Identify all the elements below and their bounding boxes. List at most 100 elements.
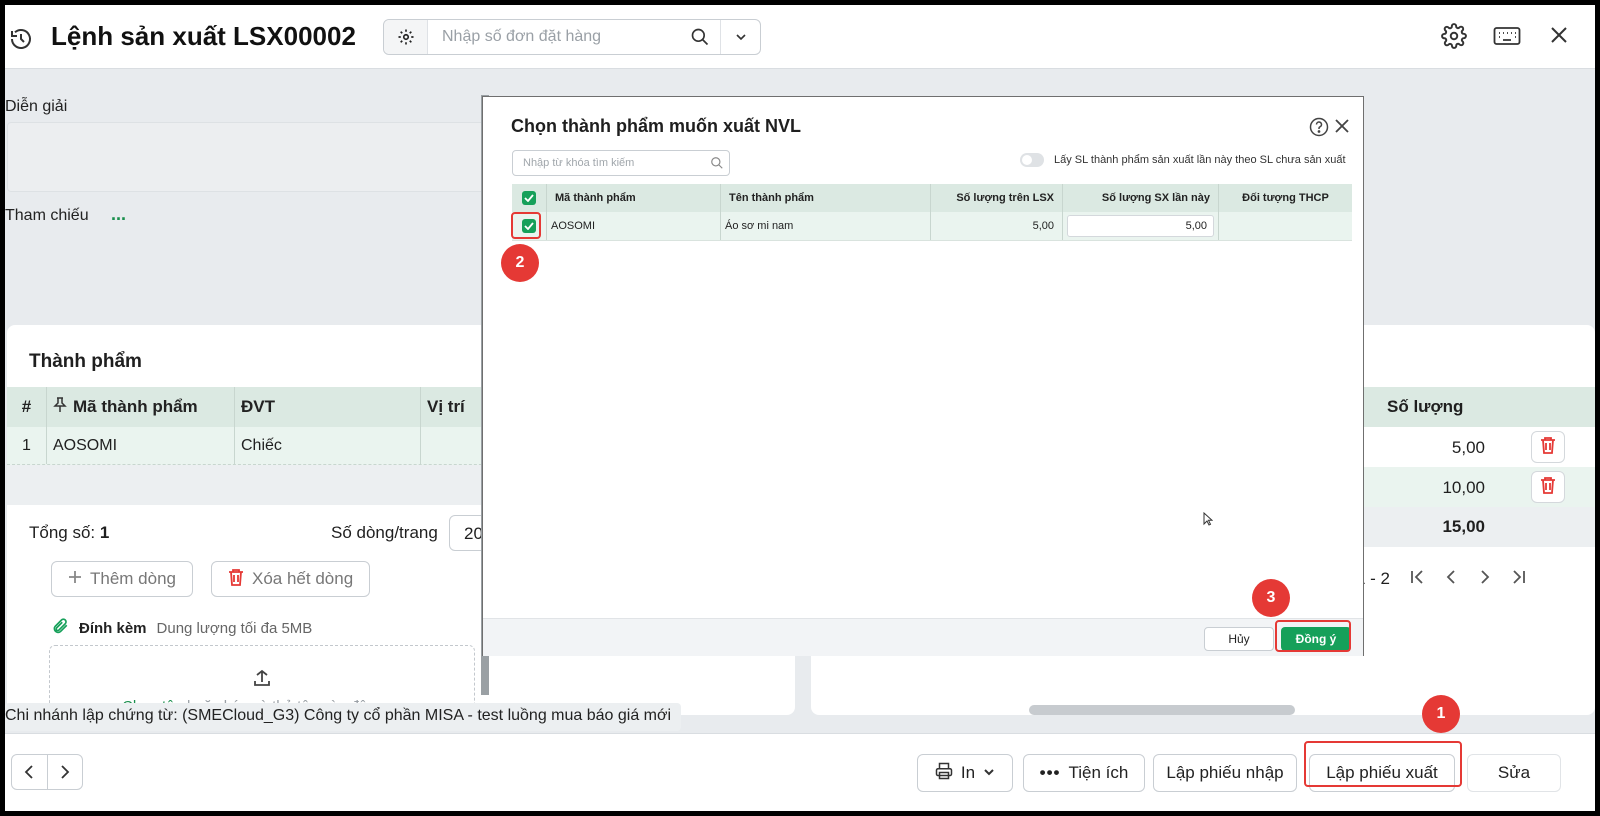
- chevron-down-icon[interactable]: [720, 20, 760, 54]
- total-count-label: Tổng số:: [29, 523, 96, 542]
- more-icon: •••: [1039, 763, 1061, 782]
- settings-gear-icon[interactable]: [1441, 23, 1467, 54]
- col-header-thcp[interactable]: Đối tượng THCP: [1219, 184, 1352, 212]
- col-header-name[interactable]: Tên thành phẩm: [721, 184, 931, 212]
- delete-row-button[interactable]: [1531, 431, 1565, 463]
- paperclip-icon: [51, 617, 69, 639]
- history-icon[interactable]: [9, 27, 33, 56]
- col-header-quantity[interactable]: Số lượng: [1387, 397, 1463, 417]
- step-marker-2: 2: [501, 244, 539, 282]
- row-qty-now-cell: 5,00: [1063, 212, 1219, 240]
- add-row-button[interactable]: Thêm dòng: [51, 561, 193, 597]
- search-settings-gear-icon[interactable]: [384, 20, 428, 54]
- attachment-row: Đính kèm Dung lượng tối đa 5MB: [51, 617, 312, 639]
- upload-icon: [252, 668, 272, 693]
- col-header-code-label: Mã thành phẩm: [73, 397, 198, 416]
- close-icon[interactable]: [1549, 25, 1569, 50]
- row-qty-lsx: 5,00: [931, 212, 1063, 240]
- attachment-label: Đính kèm: [79, 619, 147, 637]
- close-icon[interactable]: [1335, 119, 1349, 138]
- prev-page-icon[interactable]: [1444, 569, 1458, 589]
- export-button-highlight: [1304, 741, 1462, 787]
- dialog-search-input[interactable]: [513, 157, 705, 169]
- pin-icon[interactable]: [53, 396, 67, 418]
- select-all-checkbox[interactable]: [512, 184, 547, 212]
- order-search-input[interactable]: [428, 28, 680, 46]
- products-grid-header: # Mã thành phẩm ĐVT Vị trí: [7, 387, 507, 427]
- total-quantity: 15,00: [1442, 517, 1485, 536]
- delete-all-rows-label: Xóa hết dòng: [252, 569, 354, 588]
- total-count: Tổng số: 1: [29, 523, 109, 543]
- col-header-qty-now[interactable]: Số lượng SX lần này: [1063, 184, 1219, 212]
- help-icon[interactable]: [1309, 117, 1329, 142]
- row-name: Áo sơ mi nam: [721, 212, 931, 240]
- row-checkbox-highlight: [511, 212, 541, 239]
- delete-all-rows-button[interactable]: Xóa hết dòng: [211, 561, 371, 597]
- select-products-dialog: Chọn thành phẩm muốn xuất NVL Lấy SL thà…: [482, 96, 1364, 656]
- create-import-voucher-button[interactable]: Lập phiếu nhập: [1153, 754, 1297, 792]
- next-page-icon[interactable]: [1478, 569, 1492, 589]
- utility-label: Tiện ích: [1068, 763, 1129, 782]
- app-window: Lệnh sản xuất LSX00002 Diễn giải Tham ch: [5, 5, 1595, 811]
- qty-now-input[interactable]: 5,00: [1067, 215, 1214, 237]
- plus-icon: [68, 569, 82, 589]
- next-record-icon[interactable]: [48, 755, 83, 789]
- order-search-box: [383, 19, 761, 55]
- print-button[interactable]: In: [917, 754, 1013, 792]
- step-marker-1: 1: [1422, 695, 1460, 733]
- row-code: AOSOMI: [47, 427, 235, 464]
- col-header-code[interactable]: Mã thành phẩm: [547, 184, 721, 212]
- row-quantity: 5,00: [1451, 438, 1485, 457]
- row-unit: Chiếc: [235, 427, 421, 464]
- row-thcp[interactable]: [1219, 212, 1352, 240]
- utility-button[interactable]: ••• Tiện ích: [1023, 754, 1145, 792]
- search-icon[interactable]: [705, 156, 729, 170]
- row-code: AOSOMI: [547, 212, 721, 240]
- header-bar: Lệnh sản xuất LSX00002: [5, 5, 1595, 69]
- row-index: 1: [7, 427, 47, 464]
- search-icon[interactable]: [680, 27, 720, 47]
- products-grid-summary: [7, 465, 507, 505]
- reference-link[interactable]: ...: [111, 204, 126, 225]
- dialog-title: Chọn thành phẩm muốn xuất NVL: [511, 116, 801, 136]
- use-remaining-qty-toggle[interactable]: [1020, 153, 1044, 167]
- step-marker-3: 3: [1252, 579, 1290, 617]
- trash-icon: [1540, 476, 1556, 499]
- description-label: Diễn giải: [5, 98, 68, 115]
- products-panel-title: Thành phẩm: [29, 351, 142, 372]
- table-row[interactable]: 1 AOSOMI Chiếc: [7, 427, 507, 465]
- record-navigation: [11, 754, 83, 790]
- rows-per-page-label: Số dòng/trang: [331, 523, 438, 542]
- description-field[interactable]: [7, 122, 487, 192]
- horizontal-scrollbar[interactable]: [1029, 705, 1295, 715]
- add-row-label: Thêm dòng: [90, 569, 176, 588]
- pagination: 1 - 2: [1356, 569, 1526, 589]
- cancel-button[interactable]: Hủy: [1204, 627, 1274, 651]
- col-header-index: #: [7, 387, 47, 427]
- toggle-label: Lấy SL thành phẩm sản xuất lần này theo …: [1054, 154, 1346, 166]
- table-row[interactable]: AOSOMI Áo sơ mi nam 5,00 5,00: [512, 212, 1352, 241]
- edit-button[interactable]: Sửa: [1467, 754, 1561, 792]
- print-label: In: [960, 763, 976, 782]
- attachment-limit: Dung lượng tối đa 5MB: [156, 619, 313, 637]
- confirm-button-highlight: [1275, 620, 1351, 652]
- delete-row-button[interactable]: [1531, 471, 1565, 503]
- dialog-search-box: [512, 150, 730, 176]
- col-header-qty-lsx[interactable]: Số lượng trên LSX: [931, 184, 1063, 212]
- page-title: Lệnh sản xuất LSX00002: [51, 21, 356, 51]
- dialog-grid-header: Mã thành phẩm Tên thành phẩm Số lượng tr…: [512, 184, 1352, 212]
- trash-icon: [1540, 436, 1556, 459]
- check-icon: [522, 191, 536, 205]
- col-header-unit[interactable]: ĐVT: [235, 387, 421, 427]
- trash-icon: [228, 568, 244, 591]
- printer-icon: [935, 762, 953, 785]
- row-quantity: 10,00: [1442, 478, 1485, 497]
- first-page-icon[interactable]: [1410, 569, 1424, 589]
- last-page-icon[interactable]: [1512, 569, 1526, 589]
- mouse-cursor-icon: [1203, 511, 1214, 531]
- dialog-footer: Hủy Đồng ý: [483, 618, 1363, 656]
- keyboard-icon[interactable]: [1493, 25, 1521, 52]
- col-header-code[interactable]: Mã thành phẩm: [47, 387, 235, 427]
- toggle-row: Lấy SL thành phẩm sản xuất lần này theo …: [1020, 153, 1346, 167]
- prev-record-icon[interactable]: [12, 755, 48, 789]
